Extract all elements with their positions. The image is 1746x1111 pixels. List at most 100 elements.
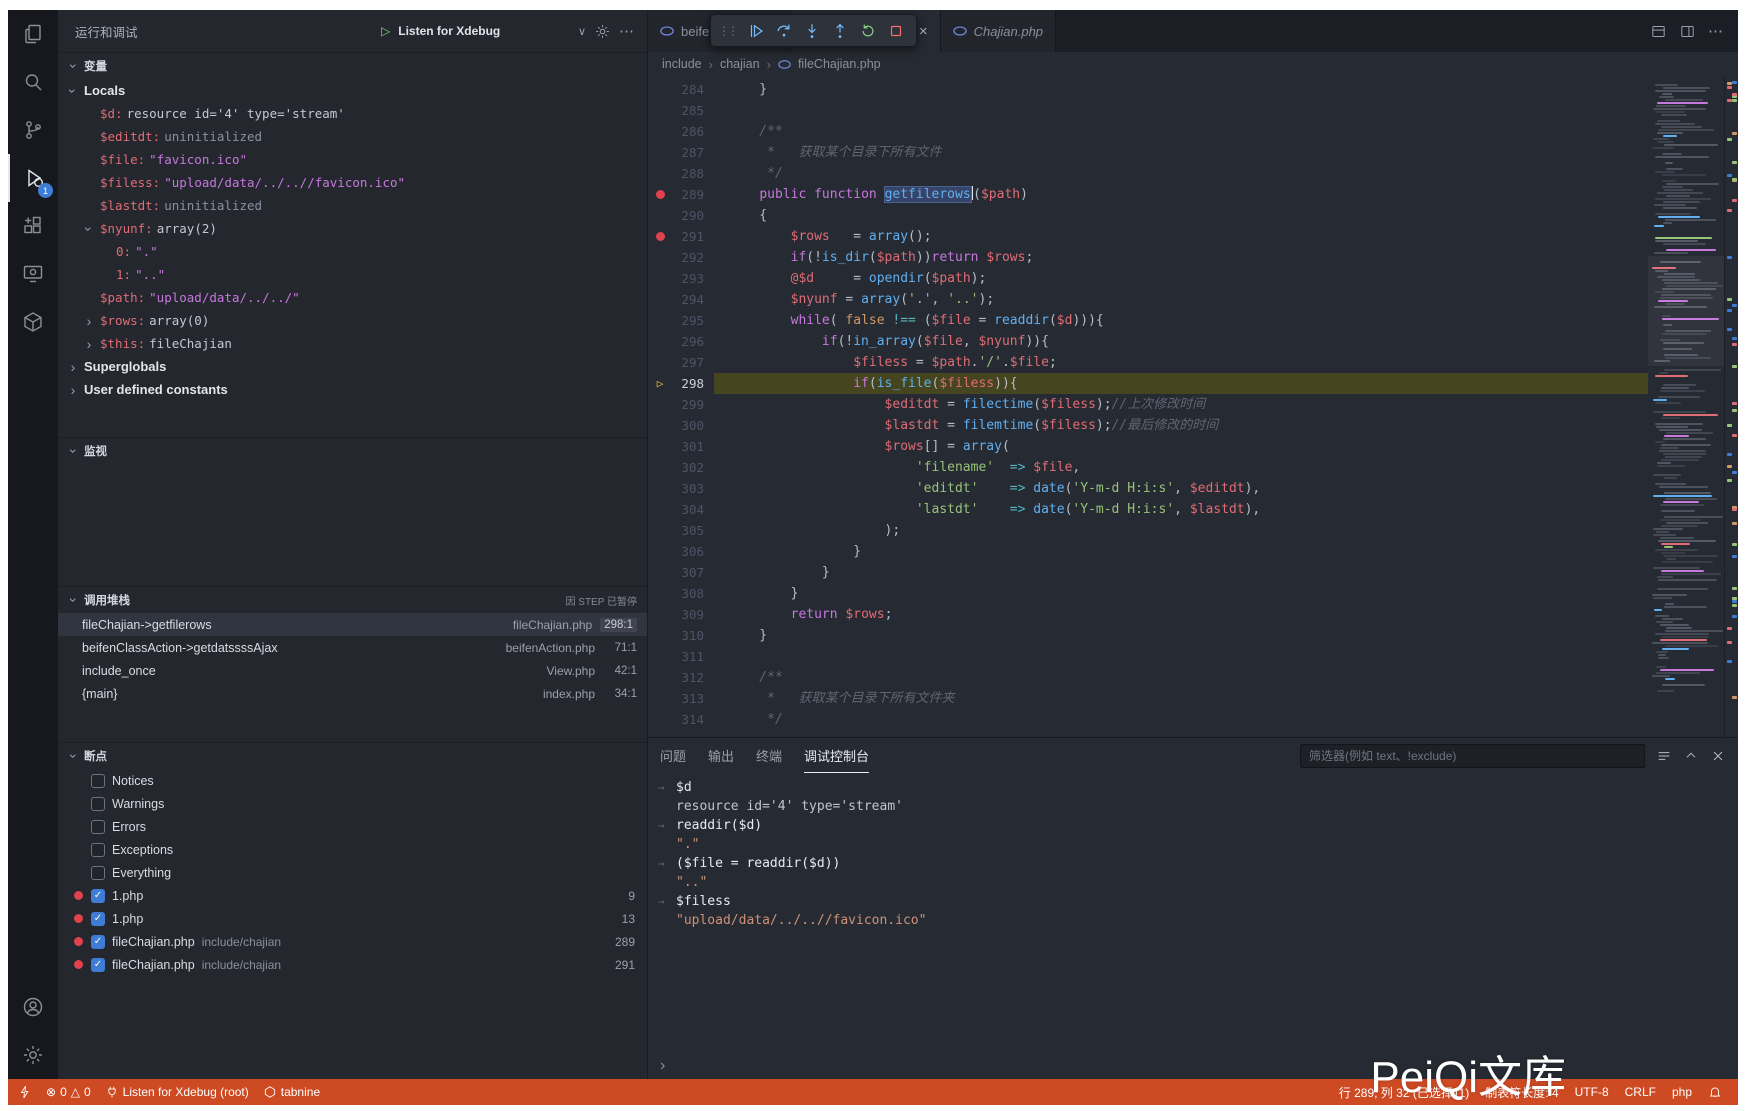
breakpoint-checkbox[interactable] <box>91 797 105 811</box>
close-tab-icon[interactable]: × <box>919 23 928 40</box>
variable-row[interactable]: $d:resource id='4' type='stream' <box>58 102 647 125</box>
console-output[interactable]: ".." <box>658 873 1738 892</box>
minimap-slider[interactable] <box>1648 256 1724 366</box>
console-input[interactable]: →$d <box>658 778 1738 797</box>
cursor-position-status[interactable]: 行 289, 列 32 (已选择11) <box>1339 1084 1470 1101</box>
breakpoint-icon[interactable] <box>648 232 672 241</box>
breadcrumb[interactable]: include › chajian › fileChajian.php <box>648 52 1738 76</box>
breakpoint-checkbox[interactable]: ✓ <box>91 889 105 903</box>
gutter[interactable]: 291 <box>648 226 714 247</box>
more-actions-icon[interactable]: ⋯ <box>619 22 635 40</box>
breakpoint-row[interactable]: Errors <box>58 815 647 838</box>
code-line[interactable]: 305 ); <box>648 520 1648 541</box>
customize-layout-icon[interactable] <box>1650 23 1667 40</box>
call-stack-frame[interactable]: include_onceView.php42:1 <box>58 659 647 682</box>
code-line[interactable]: 299 $editdt = filectime($filess);//上次修改时… <box>648 394 1648 415</box>
code-line[interactable]: 284 } <box>648 79 1648 100</box>
console-output[interactable]: "." <box>658 835 1738 854</box>
code-line[interactable]: 307 } <box>648 562 1648 583</box>
gutter[interactable]: 296 <box>648 331 714 352</box>
explorer-button[interactable] <box>8 10 58 58</box>
code-line[interactable]: 289 public function getfilerows($path) <box>648 184 1648 205</box>
watch-header[interactable]: › 监视 <box>58 438 647 464</box>
notifications-button[interactable] <box>1708 1085 1722 1099</box>
encoding-status[interactable]: UTF-8 <box>1575 1085 1609 1099</box>
breakpoint-row[interactable]: ✓fileChajian.phpinclude/chajian289 <box>58 930 647 953</box>
settings-button[interactable] <box>8 1031 58 1079</box>
console-input[interactable]: →$filess <box>658 892 1738 911</box>
code-line[interactable]: ▷298 if(is_file($filess)){ <box>648 373 1648 394</box>
continue-button[interactable] <box>742 17 769 44</box>
breadcrumb-item[interactable]: chajian <box>720 57 760 71</box>
variable-row[interactable]: ›Superglobals <box>58 355 647 378</box>
eol-status[interactable]: CRLF <box>1625 1085 1656 1099</box>
tab-debug-console[interactable]: 调试控制台 <box>804 738 869 773</box>
split-editor-icon[interactable] <box>1679 23 1696 40</box>
variable-row[interactable]: ›$rows:array(0) <box>58 309 647 332</box>
gutter[interactable]: 313 <box>648 688 714 709</box>
variable-row[interactable]: $filess:"upload/data/../..//favicon.ico" <box>58 171 647 194</box>
gutter[interactable]: 301 <box>648 436 714 457</box>
call-stack-header[interactable]: › 调用堆栈 因 STEP 已暂停 <box>58 587 647 613</box>
code-line[interactable]: 306 } <box>648 541 1648 562</box>
indentation-status[interactable]: 制表符长度: 4 <box>1485 1084 1558 1101</box>
source-control-button[interactable] <box>8 106 58 154</box>
console-output[interactable]: resource id='4' type='stream' <box>658 797 1738 816</box>
tab-Chajian[interactable]: Chajian.php <box>941 10 1056 52</box>
code-line[interactable]: 310 } <box>648 625 1648 646</box>
code-line[interactable]: 311 <box>648 646 1648 667</box>
gutter[interactable]: 285 <box>648 100 714 121</box>
search-button[interactable] <box>8 58 58 106</box>
gutter[interactable]: 299 <box>648 394 714 415</box>
code-line[interactable]: 296 if(!in_array($file, $nyunf)){ <box>648 331 1648 352</box>
gutter[interactable]: 312 <box>648 667 714 688</box>
console-input[interactable]: →readdir($d) <box>658 816 1738 835</box>
variable-row[interactable]: ›$nyunf:array(2) <box>58 217 647 240</box>
variable-row[interactable]: ›$this:fileChajian <box>58 332 647 355</box>
code-line[interactable]: 287 * 获取某个目录下所有文件 <box>648 142 1648 163</box>
debug-settings-button[interactable] <box>594 23 611 40</box>
breakpoint-row[interactable]: ✓1.php13 <box>58 907 647 930</box>
console-output[interactable]: "upload/data/../..//favicon.ico" <box>658 911 1738 930</box>
drag-handle[interactable]: ⋮⋮ <box>718 24 736 38</box>
debug-session-status[interactable]: Listen for Xdebug (root) <box>105 1085 249 1099</box>
tab-problems[interactable]: 问题 <box>660 738 686 773</box>
variable-row[interactable]: $lastdt:uninitialized <box>58 194 647 217</box>
breakpoint-checkbox[interactable]: ✓ <box>91 912 105 926</box>
code-line[interactable]: 290 { <box>648 205 1648 226</box>
restart-button[interactable] <box>854 17 881 44</box>
tab-terminal[interactable]: 终端 <box>756 738 782 773</box>
problems-status[interactable]: ⊗ 0 △ 0 <box>46 1085 91 1099</box>
breakpoint-icon[interactable] <box>648 190 672 199</box>
more-actions-icon[interactable]: ⋯ <box>1708 22 1724 40</box>
code-line[interactable]: 308 } <box>648 583 1648 604</box>
code-line[interactable]: 302 'filename' => $file, <box>648 457 1648 478</box>
extensions-button[interactable] <box>8 202 58 250</box>
code-line[interactable]: 300 $lastdt = filemtime($filess);//最后修改的… <box>648 415 1648 436</box>
gutter[interactable]: 288 <box>648 163 714 184</box>
code-line[interactable]: 314 */ <box>648 709 1648 730</box>
step-over-button[interactable] <box>770 17 797 44</box>
gutter[interactable]: 295 <box>648 310 714 331</box>
console-input[interactable]: →($file = readdir($d)) <box>658 854 1738 873</box>
variable-row[interactable]: $file:"favicon.ico" <box>58 148 647 171</box>
code-line[interactable]: 312 /** <box>648 667 1648 688</box>
code-line[interactable]: 294 $nyunf = array('.', '..'); <box>648 289 1648 310</box>
start-debug-icon[interactable]: ▷ <box>381 24 390 38</box>
gutter[interactable]: 289 <box>648 184 714 205</box>
gutter[interactable]: 292 <box>648 247 714 268</box>
code-line[interactable]: 285 <box>648 100 1648 121</box>
breakpoint-row[interactable]: Notices <box>58 769 647 792</box>
code-line[interactable]: 304 'lastdt' => date('Y-m-d H:i:s', $las… <box>648 499 1648 520</box>
close-panel-icon[interactable] <box>1710 748 1726 764</box>
call-stack-frame[interactable]: fileChajian->getfilerowsfileChajian.php2… <box>58 613 647 636</box>
variable-row[interactable]: ›Locals <box>58 79 647 102</box>
gutter[interactable]: 303 <box>648 478 714 499</box>
stop-button[interactable] <box>882 17 909 44</box>
accounts-button[interactable] <box>8 983 58 1031</box>
gutter[interactable]: 314 <box>648 709 714 730</box>
gutter[interactable]: ▷298 <box>648 373 714 394</box>
console-filter-input[interactable] <box>1300 744 1645 768</box>
variable-row[interactable]: 0:"." <box>58 240 647 263</box>
gutter[interactable]: 300 <box>648 415 714 436</box>
